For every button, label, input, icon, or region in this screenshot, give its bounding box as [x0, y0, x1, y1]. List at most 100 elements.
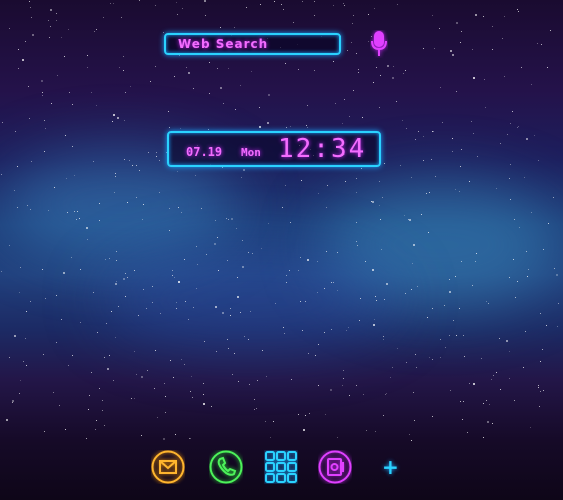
star [387, 64, 390, 67]
star [159, 160, 161, 162]
star [375, 300, 377, 302]
star [484, 79, 486, 81]
star [342, 384, 344, 386]
star [357, 72, 359, 74]
star [281, 3, 283, 5]
star [268, 93, 271, 96]
star [245, 6, 247, 8]
star [99, 203, 101, 205]
star [155, 350, 157, 352]
clock-widget[interactable]: 07.19 Mon 12:34 [167, 131, 381, 167]
star [356, 52, 358, 54]
star [122, 56, 124, 58]
star [121, 17, 123, 19]
star [63, 56, 65, 58]
web-search-bar[interactable]: Web Search [164, 33, 341, 55]
star [134, 398, 136, 400]
star [404, 292, 406, 294]
star [134, 269, 136, 271]
star [264, 420, 266, 422]
star [473, 382, 476, 385]
star [192, 306, 194, 308]
star [136, 373, 138, 375]
star [301, 1, 303, 3]
star [360, 168, 362, 170]
star [362, 117, 364, 119]
star [229, 308, 231, 310]
star [104, 357, 106, 359]
star [151, 285, 153, 287]
add-shortcut-button[interactable]: + [382, 455, 399, 479]
star [92, 161, 94, 163]
star [509, 123, 511, 125]
mail-icon[interactable] [151, 450, 185, 484]
star [403, 73, 405, 75]
star [256, 379, 258, 381]
star [193, 88, 195, 90]
star [239, 84, 241, 86]
star [283, 326, 285, 328]
phone-icon[interactable] [209, 450, 243, 484]
star [237, 277, 239, 279]
star [370, 201, 372, 203]
star [411, 262, 413, 264]
star [150, 81, 152, 83]
star [233, 26, 235, 28]
star [217, 269, 219, 271]
star [459, 165, 461, 167]
star [517, 9, 519, 11]
star [514, 296, 516, 298]
star [285, 63, 287, 64]
star [456, 91, 458, 93]
star [42, 95, 44, 97]
star [75, 218, 77, 220]
star [526, 251, 528, 253]
star [373, 318, 375, 320]
star [423, 48, 425, 50]
star [396, 3, 398, 5]
star [461, 148, 463, 150]
star [404, 70, 406, 72]
star [247, 338, 249, 340]
star [191, 396, 193, 398]
star [380, 74, 382, 76]
star [432, 130, 434, 132]
microphone-icon[interactable] [370, 30, 388, 58]
star [527, 268, 529, 270]
star [216, 351, 218, 353]
app-grid-icon[interactable] [264, 450, 298, 484]
star [14, 131, 16, 133]
star [124, 119, 126, 121]
star [464, 355, 466, 357]
star [503, 16, 505, 18]
clock-time: 12:34 [278, 134, 367, 164]
star [508, 177, 510, 179]
star [8, 357, 10, 359]
star [546, 67, 548, 69]
star [316, 261, 318, 263]
contacts-icon[interactable] [318, 450, 352, 484]
star [382, 414, 384, 416]
star [456, 334, 458, 336]
star [385, 283, 388, 286]
star [285, 281, 287, 283]
star [112, 121, 114, 123]
star [28, 85, 30, 87]
star [467, 431, 468, 433]
star [404, 215, 406, 217]
nebula [100, 250, 400, 350]
star [317, 291, 319, 293]
star [452, 54, 455, 57]
star [487, 420, 490, 423]
star [475, 253, 477, 255]
star [53, 392, 54, 394]
star [455, 275, 457, 277]
star [169, 208, 171, 210]
star [554, 267, 556, 269]
star [410, 176, 412, 178]
star [253, 399, 255, 401]
star [469, 180, 471, 182]
star [411, 439, 413, 441]
star [325, 251, 327, 253]
star [269, 437, 271, 439]
